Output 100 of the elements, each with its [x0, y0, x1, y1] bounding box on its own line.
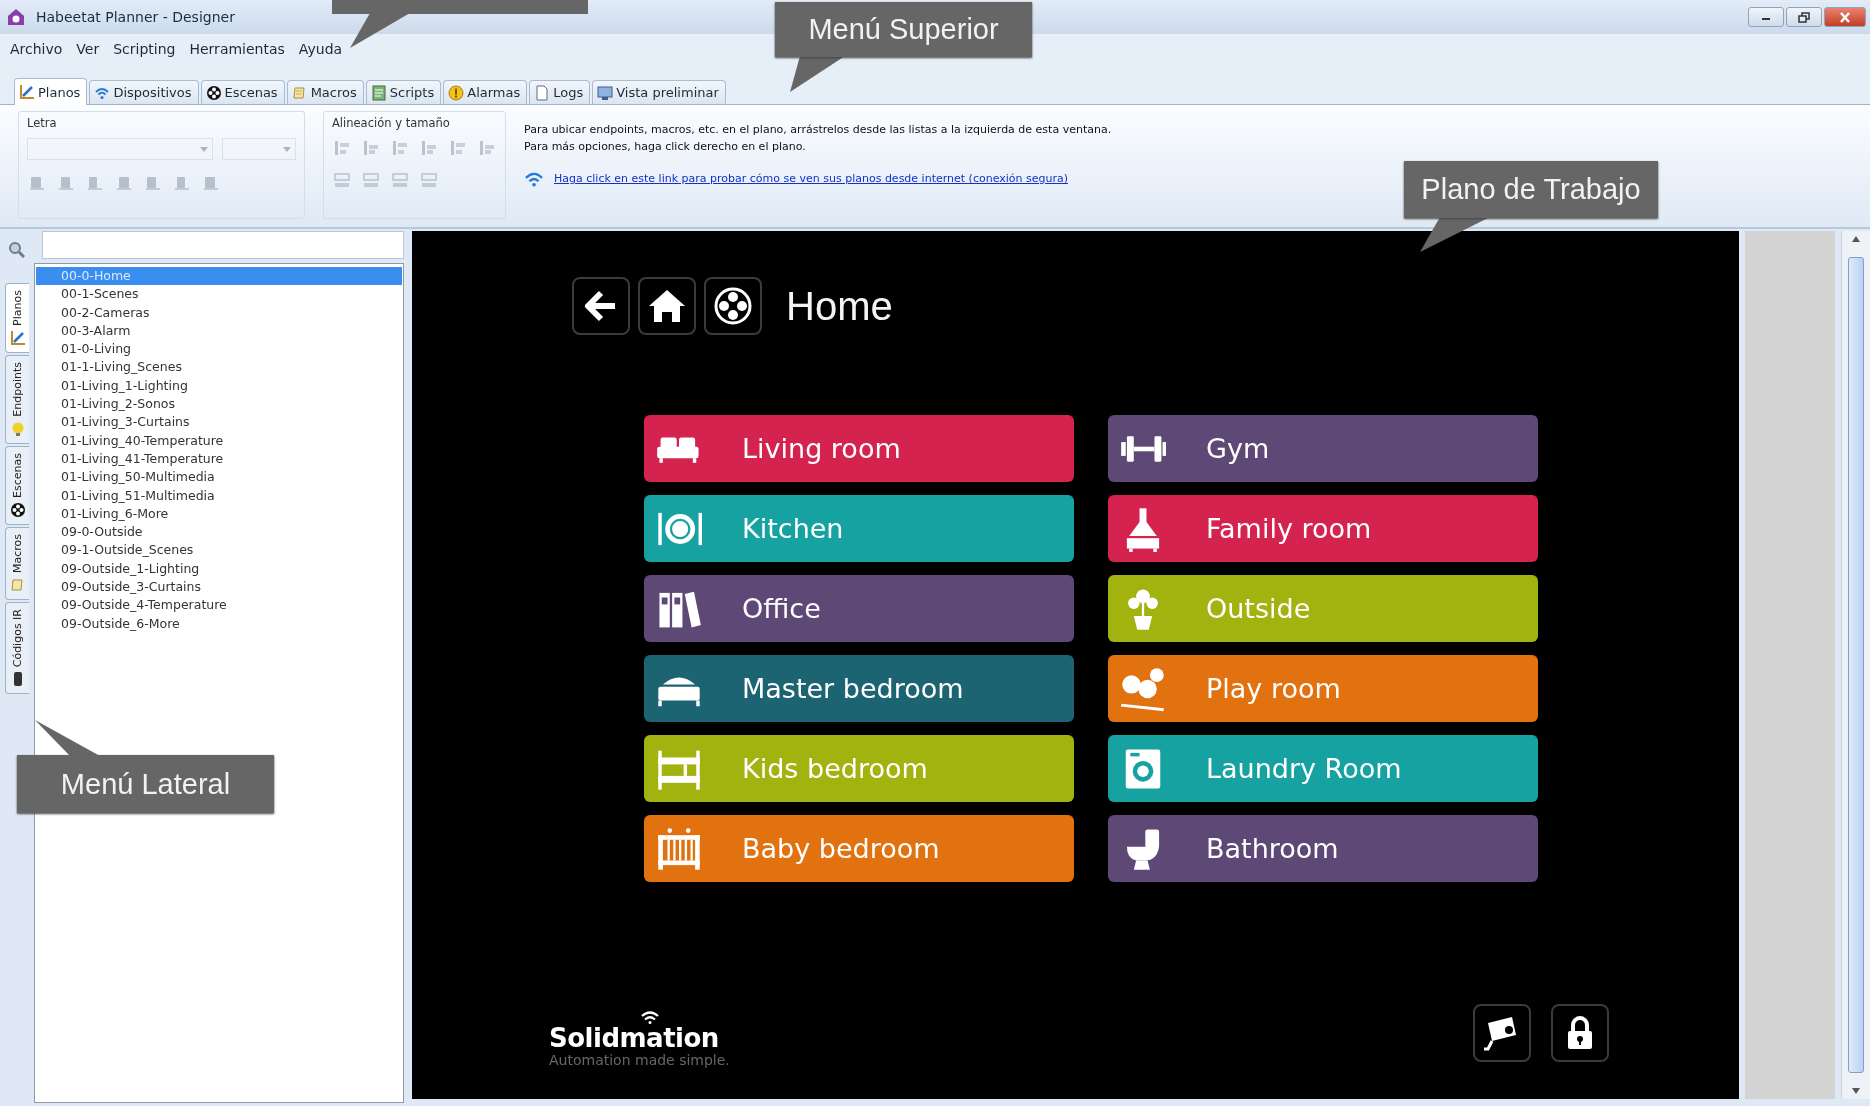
- tab[interactable]: Dispositivos: [89, 80, 199, 104]
- tree-item[interactable]: 01-Living_6-More: [36, 504, 402, 524]
- side-tab[interactable]: Códigos IR: [5, 601, 29, 694]
- script-icon: [370, 84, 387, 101]
- room-button[interactable]: Master bedroom: [644, 655, 1074, 722]
- group-title: Alineación y tamaño: [332, 116, 451, 130]
- menu-item[interactable]: Herramientas: [183, 38, 291, 60]
- hint-text: Para ubicar endpoints, macros, etc. en el plano, arrástrelos desde las listas a la izquierda de esta ventana.: [524, 122, 1112, 138]
- size-icon: [419, 170, 439, 190]
- size-icon: [390, 170, 410, 190]
- callout-pointer: [1420, 217, 1490, 252]
- page-title: Home: [786, 283, 893, 329]
- logo-tagline: Automation made simple.: [549, 1052, 730, 1068]
- logo-name: Solidmation: [549, 1024, 720, 1052]
- menu-item[interactable]: Archivo: [4, 38, 69, 60]
- tab[interactable]: Scripts: [365, 80, 442, 104]
- scenes-button[interactable]: [704, 277, 762, 335]
- tree-item[interactable]: 09-Outside_4-Temperature: [36, 596, 402, 615]
- wifi-icon: [640, 1010, 660, 1024]
- document-icon: [534, 84, 551, 101]
- arrow-down-icon: [1852, 1088, 1860, 1094]
- tab[interactable]: Escenas: [200, 80, 285, 104]
- tree-item[interactable]: 09-Outside_1-Lighting: [36, 559, 402, 579]
- room-button[interactable]: Bathroom: [1108, 815, 1538, 882]
- tab[interactable]: Planos: [14, 78, 88, 105]
- menu-item[interactable]: Scripting: [107, 38, 182, 60]
- tree-item[interactable]: 01-0-Living: [36, 340, 402, 359]
- tree-item[interactable]: 09-0-Outside: [36, 523, 402, 542]
- lock-icon: [1565, 1015, 1595, 1051]
- tree-item[interactable]: 01-Living_41-Temperature: [36, 449, 402, 469]
- monitor-icon: [597, 84, 614, 101]
- preview-link[interactable]: Haga click en este link para probar cómo se ven sus planos desde internet (conexión segura): [554, 170, 1068, 187]
- tree-item[interactable]: 00-2-Cameras: [36, 303, 402, 322]
- tab[interactable]: Vista preliminar: [592, 80, 726, 104]
- close-button[interactable]: [1824, 7, 1866, 27]
- close-icon: [1839, 11, 1851, 23]
- restore-button[interactable]: [1786, 7, 1822, 27]
- tree-item[interactable]: 00-1-Scenes: [36, 285, 402, 304]
- lock-button[interactable]: [1551, 1004, 1609, 1062]
- callout-pointer: [35, 720, 100, 756]
- align-icon: [390, 138, 410, 158]
- tree-item[interactable]: 00-3-Alarm: [36, 321, 402, 341]
- tree-item[interactable]: 01-Living_50-Multimedia: [36, 468, 402, 487]
- align-icon: [332, 138, 352, 158]
- tree-item[interactable]: 09-Outside_3-Curtains: [36, 578, 402, 597]
- align-icon: [419, 138, 439, 158]
- tab[interactable]: Macros: [286, 80, 364, 104]
- film-reel-icon: [9, 501, 26, 518]
- back-button[interactable]: [572, 277, 630, 335]
- ruler-icon: [19, 84, 35, 100]
- film-reel-icon: [205, 84, 222, 101]
- side-tab[interactable]: Endpoints: [5, 354, 29, 444]
- caret-icon: [200, 146, 208, 152]
- room-button[interactable]: Living room: [644, 415, 1074, 482]
- align-icon: [477, 138, 497, 158]
- balls-icon: [1120, 665, 1166, 712]
- arrow-up-icon: [1852, 236, 1860, 242]
- house-icon: [6, 7, 26, 27]
- caret-icon: [283, 146, 291, 152]
- scrollbar[interactable]: [1841, 231, 1870, 1099]
- room-button[interactable]: Gym: [1108, 415, 1538, 482]
- scroll-icon: [9, 576, 26, 593]
- side-tab[interactable]: Escenas: [5, 445, 29, 525]
- group-title: Letra: [27, 116, 58, 130]
- menu-item[interactable]: Ayuda: [292, 38, 349, 60]
- room-button[interactable]: Office: [644, 575, 1074, 642]
- tree-item[interactable]: 09-1-Outside_Scenes: [36, 541, 402, 560]
- scroll-icon: [291, 84, 308, 101]
- tab[interactable]: Logs: [529, 80, 591, 104]
- search-field[interactable]: [42, 231, 404, 259]
- home-icon: [647, 288, 687, 324]
- tree-item[interactable]: 09-Outside_6-More: [36, 614, 402, 633]
- crib-icon: [656, 825, 702, 872]
- callout-pointer: [790, 56, 845, 92]
- tree-item[interactable]: 01-Living_40-Temperature: [36, 431, 402, 450]
- tree-item[interactable]: 01-Living_2-Sonos: [36, 395, 402, 414]
- window-title: Habeetat Planner - Designer: [36, 9, 236, 25]
- tab[interactable]: Alarmas: [443, 80, 528, 104]
- side-tab[interactable]: Macros: [5, 526, 29, 600]
- size-icon: [361, 170, 381, 190]
- restore-icon: [1798, 11, 1810, 23]
- menu-item[interactable]: Ver: [70, 38, 106, 60]
- tree-item[interactable]: 01-Living_51-Multimedia: [36, 486, 402, 505]
- room-button[interactable]: Family room: [1108, 495, 1538, 562]
- camera-button[interactable]: [1473, 1004, 1531, 1062]
- size-icon: [332, 170, 352, 190]
- ruler-icon: [9, 329, 26, 346]
- hint-text: Para más opciones, haga click derecho en el plano.: [524, 139, 807, 155]
- align-icon: [448, 138, 468, 158]
- film-reel-icon: [714, 287, 752, 325]
- wifi-icon: [524, 170, 544, 187]
- search-icon: [8, 241, 26, 259]
- tree-item[interactable]: 01-Living_1-Lighting: [36, 376, 402, 396]
- minimize-button[interactable]: [1748, 7, 1784, 27]
- tree-item[interactable]: 01-Living_3-Curtains: [36, 413, 402, 432]
- align-icon: [361, 138, 381, 158]
- home-button[interactable]: [638, 277, 696, 335]
- tree-item[interactable]: 01-1-Living_Scenes: [36, 358, 402, 377]
- side-tab[interactable]: Planos: [5, 283, 29, 353]
- alarm-icon: [448, 84, 465, 101]
